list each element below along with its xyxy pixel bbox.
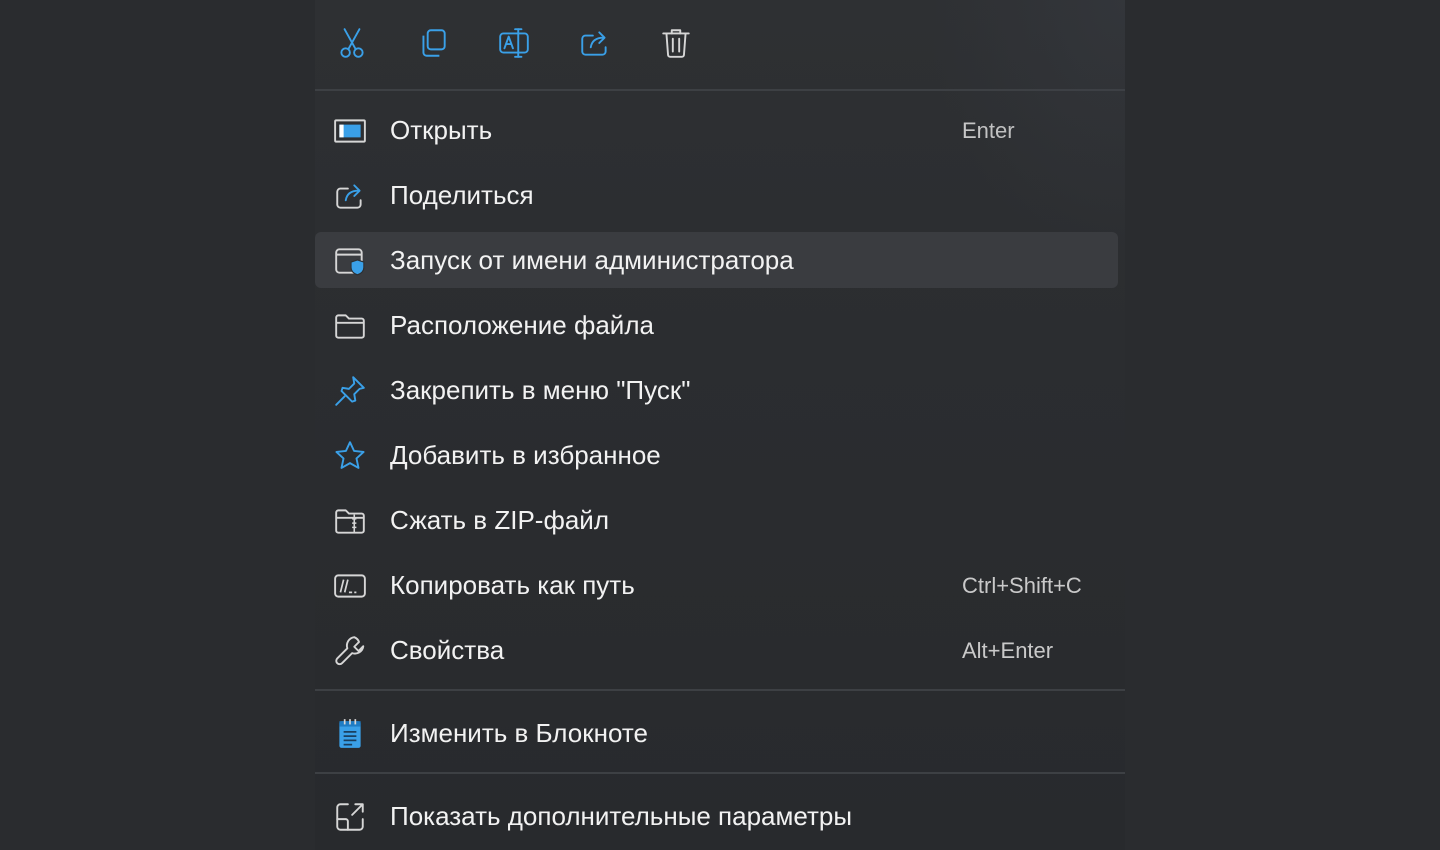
notepad-icon <box>333 717 367 751</box>
menu-item-label: Добавить в избранное <box>390 440 661 470</box>
share-button[interactable] <box>574 22 616 64</box>
menu-item-properties[interactable]: Свойства Alt+Enter <box>315 622 1118 678</box>
zip-folder-icon <box>333 504 367 538</box>
menu-item-open[interactable]: Открыть Enter <box>315 102 1118 158</box>
menu-item-shortcut: Alt+Enter <box>962 638 1054 663</box>
menu-item-label: Открыть <box>390 115 493 145</box>
copy-button[interactable] <box>412 22 454 64</box>
context-menu: Открыть Enter Поделиться Запуск от имени… <box>315 0 1125 850</box>
menu-item-copy-as-path[interactable]: Копировать как путь Ctrl+Shift+C <box>315 557 1118 613</box>
copy-path-icon <box>333 569 367 603</box>
menu-item-label: Изменить в Блокноте <box>390 718 648 748</box>
menu-item-show-more-options[interactable]: Показать дополнительные параметры <box>315 788 1118 844</box>
menu-item-file-location[interactable]: Расположение файла <box>315 297 1118 353</box>
menu-item-run-as-admin[interactable]: Запуск от имени администратора <box>315 232 1118 288</box>
menu-item-label: Поделиться <box>390 180 534 210</box>
menu-item-label: Показать дополнительные параметры <box>390 801 853 831</box>
menu-item-add-to-favorites[interactable]: Добавить в избранное <box>315 427 1118 483</box>
menu-item-pin-to-start[interactable]: Закрепить в меню "Пуск" <box>315 362 1118 418</box>
pin-icon <box>333 374 367 408</box>
admin-shield-icon <box>333 244 367 278</box>
trash-icon <box>662 29 690 58</box>
menu-item-edit-in-notepad[interactable]: Изменить в Блокноте <box>315 705 1118 761</box>
star-icon <box>333 439 367 473</box>
menu-item-shortcut: Ctrl+Shift+C <box>962 573 1082 598</box>
share-icon <box>333 179 367 213</box>
more-options-icon <box>333 800 367 834</box>
separator <box>315 89 1125 91</box>
rename-button[interactable] <box>493 22 535 64</box>
menu-item-label: Расположение файла <box>390 310 654 340</box>
copy-icon <box>422 29 446 57</box>
separator <box>315 689 1125 691</box>
menu-item-label: Свойства <box>390 635 505 665</box>
folder-icon <box>333 309 367 343</box>
separator <box>315 772 1125 774</box>
rename-icon <box>499 28 529 58</box>
open-app-icon <box>333 114 367 148</box>
menu-item-label: Копировать как путь <box>390 570 635 600</box>
menu-item-label: Закрепить в меню "Пуск" <box>390 375 691 405</box>
scissors-icon <box>340 28 364 58</box>
menu-item-shortcut: Enter <box>962 118 1015 143</box>
share-icon <box>581 31 607 56</box>
menu-item-label: Сжать в ZIP-файл <box>390 505 609 535</box>
delete-button[interactable] <box>655 22 697 64</box>
cut-button[interactable] <box>331 22 373 64</box>
menu-item-compress-zip[interactable]: Сжать в ZIP-файл <box>315 492 1118 548</box>
context-menu-toolbar <box>315 0 1125 88</box>
menu-item-share[interactable]: Поделиться <box>315 167 1118 223</box>
menu-item-label: Запуск от имени администратора <box>390 245 794 275</box>
wrench-icon <box>333 634 367 668</box>
